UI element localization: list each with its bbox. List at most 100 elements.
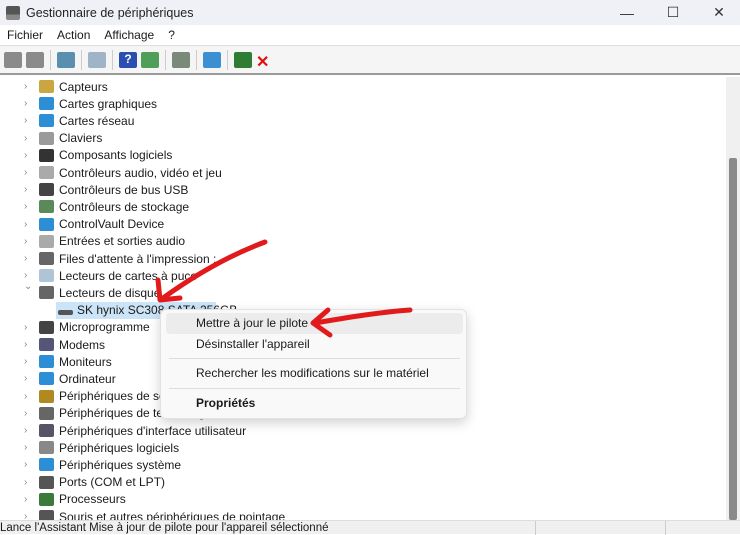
tree-item-label: Modems [59,337,106,352]
back-arrow-button[interactable] [4,51,22,68]
chevron-right-icon[interactable]: › [24,115,34,126]
tree-item-label: Périphériques logiciels [59,440,180,455]
device-category-icon [39,355,54,369]
chevron-right-icon[interactable]: › [24,201,34,212]
tree-category[interactable]: › Contrôleurs de bus USB [0,181,726,198]
uninstall-device-button[interactable]: ✕ [256,52,274,71]
device-category-icon [39,389,54,403]
chevron-right-icon[interactable]: › [24,81,34,92]
menu-item-uninstall-device[interactable]: Désinstaller l'appareil [166,334,463,355]
menu-action[interactable]: Action [50,28,97,42]
tree-category[interactable]: › Souris et autres périphériques de point… [0,508,726,520]
tree-category[interactable]: › Périphériques d'interface utilisateur [0,422,726,439]
chevron-right-icon[interactable]: › [24,356,34,367]
device-category-icon [39,80,54,93]
tree-item-label: Lecteurs de disque [59,285,161,300]
menu-help[interactable]: ? [161,28,182,42]
tree-category[interactable]: › ControlVault Device [0,216,726,233]
tree-category[interactable]: › Contrôleurs audio, vidéo et jeu [0,164,726,181]
menu-item-update-driver[interactable]: Mettre à jour le pilote [166,313,463,334]
device-category-icon [39,406,54,420]
tree-item-label: Cartes réseau [59,113,135,128]
scrollbar-thumb[interactable] [729,158,737,520]
menu-fichier[interactable]: Fichier [0,28,50,42]
vertical-scrollbar[interactable] [726,77,740,520]
window-title: Gestionnaire de périphériques [26,5,194,20]
chevron-right-icon[interactable]: › [24,133,34,144]
tree-category[interactable]: › Périphériques logiciels [0,439,726,456]
status-bar: Lance l'Assistant Mise à jour de pilote … [0,520,740,535]
chevron-right-icon[interactable]: › [24,322,34,333]
chevron-right-icon[interactable]: › [24,494,34,505]
tree-category[interactable]: › Composants logiciels [0,147,726,164]
tree-category[interactable]: › Claviers [0,130,726,147]
chevron-right-icon[interactable]: › [24,236,34,247]
chevron-down-icon[interactable]: ⌄ [24,281,34,292]
device-category-icon [39,492,54,506]
show-hide-console-tree-button[interactable] [57,51,75,68]
tree-category[interactable]: › Entrées et sorties audio [0,233,726,250]
device-category-icon [39,458,54,472]
device-category-icon [39,252,54,265]
minimize-button[interactable]: — [604,0,650,25]
tree-category[interactable]: › Ports (COM et LPT) [0,474,726,491]
tree-item-label: Entrées et sorties audio [59,234,186,249]
tree-category[interactable]: ⌄ Lecteurs de disque [0,281,726,301]
chevron-right-icon[interactable]: › [24,253,34,264]
device-category-icon [39,148,54,162]
chevron-right-icon[interactable]: › [24,511,34,520]
tree-category[interactable]: › Lecteurs de cartes à puce [0,267,726,284]
device-category-icon [39,166,54,179]
menu-item-scan-hardware[interactable]: Rechercher les modifications sur le maté… [166,363,463,384]
close-button[interactable]: ✕ [696,0,740,25]
chevron-right-icon[interactable]: › [24,98,34,109]
tree-item-label: Périphériques d'interface utilisateur [59,423,247,438]
menu-separator [169,388,460,389]
status-text: Lance l'Assistant Mise à jour de pilote … [0,522,329,534]
chevron-right-icon[interactable]: › [24,339,34,350]
tree-category[interactable]: › Capteurs [0,78,726,95]
enable-device-button[interactable] [234,51,252,68]
menu-affichage[interactable]: Affichage [97,28,161,42]
menu-item-properties[interactable]: Propriétés [166,393,463,414]
chevron-right-icon[interactable]: › [24,167,34,178]
device-category-icon [39,114,54,128]
toolbar-separator [165,49,166,70]
device-category-icon [39,269,54,283]
chevron-right-icon[interactable]: › [24,373,34,384]
toolbar: ? ✕ [0,46,740,75]
tree-item-label: Périphériques système [59,457,182,472]
device-category-icon [39,183,54,197]
chevron-right-icon[interactable]: › [24,150,34,161]
properties-button[interactable] [88,51,106,68]
tree-item-label: Lecteurs de cartes à puce [59,268,198,283]
tree-category[interactable]: › Contrôleurs de stockage [0,198,726,215]
action-pane-button[interactable] [141,51,159,68]
help-button[interactable]: ? [119,51,137,68]
chevron-right-icon[interactable]: › [24,408,34,419]
device-category-icon [39,510,54,520]
chevron-right-icon[interactable]: › [24,442,34,453]
device-category-icon [39,131,54,145]
chevron-right-icon[interactable]: › [24,219,34,230]
chevron-right-icon[interactable]: › [24,477,34,488]
tree-item-label: Cartes graphiques [59,96,158,111]
scan-hardware-button[interactable] [203,51,221,68]
chevron-right-icon[interactable]: › [24,391,34,402]
chevron-right-icon[interactable]: › [24,459,34,470]
tree-category[interactable]: › Périphériques système [0,456,726,473]
maximize-button[interactable]: ☐ [650,0,696,25]
forward-arrow-button[interactable] [26,51,44,68]
disk-drive-icon [58,309,73,315]
chevron-right-icon[interactable]: › [24,184,34,195]
tree-category[interactable]: › Files d'attente à l'impression : [0,250,726,267]
update-driver-button[interactable] [172,51,190,68]
tree-category[interactable]: › Cartes réseau [0,112,726,129]
menu-bar: Fichier Action Affichage ? [0,25,740,46]
toolbar-separator [227,49,228,70]
tree-item-label: Contrôleurs de stockage [59,199,190,214]
tree-category[interactable]: › Processeurs [0,491,726,508]
tree-category[interactable]: › Cartes graphiques [0,95,726,112]
chevron-right-icon[interactable]: › [24,270,34,281]
chevron-right-icon[interactable]: › [24,425,34,436]
